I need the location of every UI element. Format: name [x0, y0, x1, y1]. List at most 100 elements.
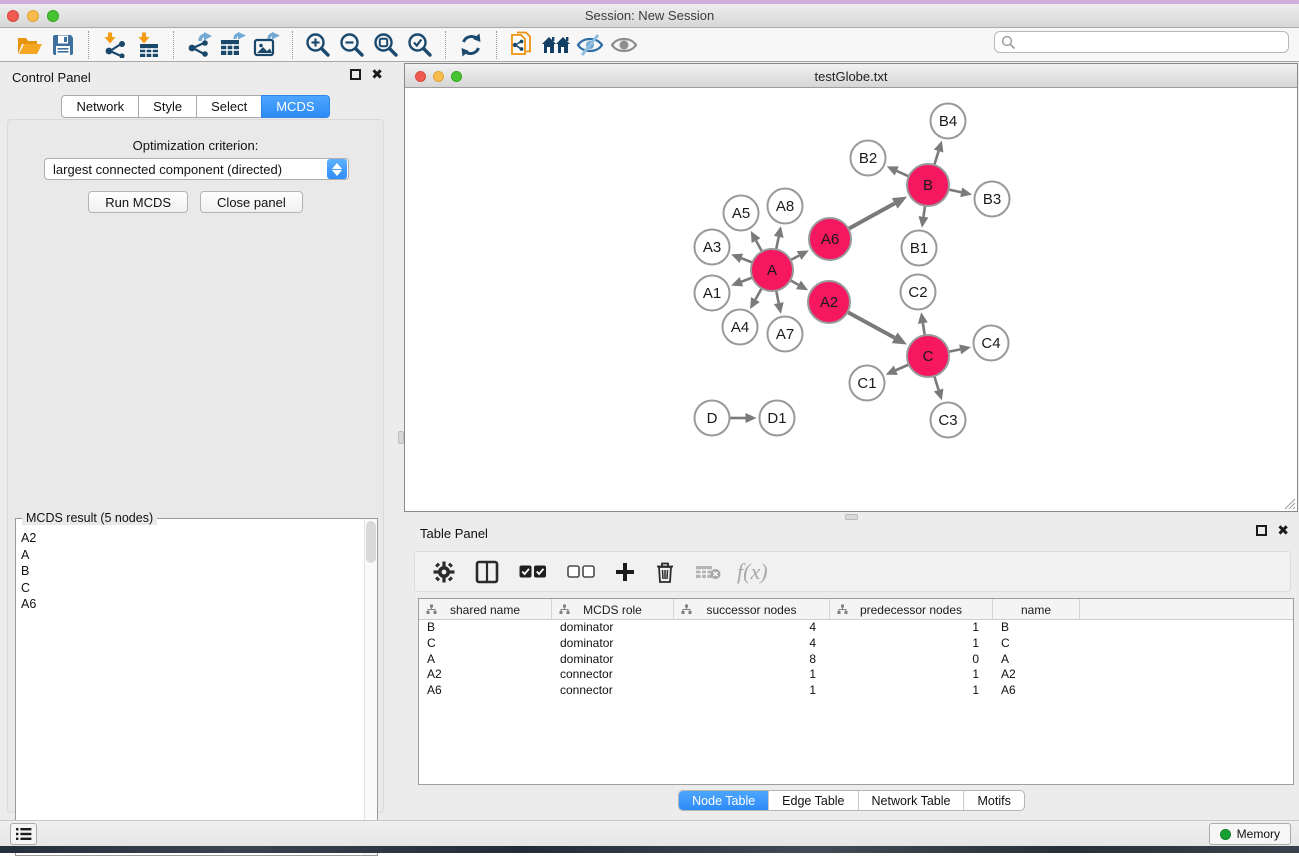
edge-C-C4[interactable] [949, 349, 961, 351]
column-header-successor-nodes[interactable]: successor nodes [674, 599, 830, 620]
cell-shared-name[interactable]: A2 [419, 667, 552, 683]
cell-name[interactable]: B [993, 620, 1080, 636]
refresh-layout-icon[interactable] [454, 30, 488, 60]
network-graph-canvas[interactable]: AA1A2A3A4A5A6A7A8BB1B2B3B4CC1C2C3C4DD1 [405, 88, 1297, 511]
edge-B-B1[interactable] [923, 206, 925, 217]
cell-predecessor-nodes[interactable]: 0 [830, 652, 993, 668]
result-item[interactable]: A [21, 547, 364, 564]
show-graphics-details-icon[interactable] [607, 30, 641, 60]
cell-successor-nodes[interactable]: 4 [674, 620, 830, 636]
tab-select[interactable]: Select [196, 95, 262, 118]
cell-name[interactable]: C [993, 636, 1080, 652]
result-item[interactable]: C [21, 580, 364, 597]
edge-A-A6[interactable] [791, 255, 800, 260]
export-image-icon[interactable] [250, 30, 284, 60]
cell-predecessor-nodes[interactable]: 1 [830, 667, 993, 683]
tab-node-table[interactable]: Node Table [679, 791, 768, 810]
table-settings-gear-icon[interactable] [433, 561, 455, 583]
vertical-splitter-handle[interactable] [398, 431, 404, 444]
export-network-icon[interactable] [182, 30, 216, 60]
import-table-icon[interactable] [131, 30, 165, 60]
table-row[interactable]: A6connector11A6 [419, 683, 1293, 699]
edge-A-A5[interactable] [756, 241, 762, 252]
select-all-checks-icon[interactable] [519, 565, 547, 579]
tab-network-table[interactable]: Network Table [858, 791, 964, 810]
cell-successor-nodes[interactable]: 1 [674, 683, 830, 699]
result-scrollbar[interactable] [364, 519, 377, 855]
table-row[interactable]: A2connector11A2 [419, 667, 1293, 683]
edge-A2-C[interactable] [847, 312, 894, 338]
edge-A-A2[interactable] [790, 280, 798, 285]
result-scrollbar-thumb[interactable] [366, 521, 376, 563]
hide-graphics-details-icon[interactable] [573, 30, 607, 60]
zoom-fit-icon[interactable] [369, 30, 403, 60]
close-panel-button[interactable]: Close panel [200, 191, 303, 213]
cell-predecessor-nodes[interactable]: 1 [830, 683, 993, 699]
run-mcds-button[interactable]: Run MCDS [88, 191, 188, 213]
column-header-name[interactable]: name [993, 599, 1080, 620]
cell-shared-name[interactable]: B [419, 620, 552, 636]
cell-MCDS-role[interactable]: dominator [552, 636, 674, 652]
memory-button[interactable]: Memory [1209, 823, 1291, 845]
edge-C-C3[interactable] [934, 376, 938, 390]
save-session-icon[interactable] [46, 30, 80, 60]
column-header-predecessor-nodes[interactable]: predecessor nodes [830, 599, 993, 620]
tab-style[interactable]: Style [138, 95, 197, 118]
column-header-shared-name[interactable]: shared name [419, 599, 552, 620]
export-table-icon[interactable] [216, 30, 250, 60]
cell-name[interactable]: A2 [993, 667, 1080, 683]
resize-grip-icon[interactable] [1282, 496, 1296, 510]
zoom-in-icon[interactable] [301, 30, 335, 60]
result-item[interactable]: A6 [21, 596, 364, 613]
node-table[interactable]: shared nameMCDS rolesuccessor nodesprede… [418, 598, 1294, 785]
criterion-select[interactable]: largest connected component (directed) [44, 158, 349, 180]
float-panel-icon[interactable] [350, 69, 361, 80]
first-neighbors-icon[interactable] [539, 30, 573, 60]
deselect-all-checks-icon[interactable] [567, 565, 595, 579]
mcds-result-list[interactable]: A2ABCA6 [16, 525, 364, 855]
import-network-icon[interactable] [97, 30, 131, 60]
edge-B-B3[interactable] [949, 189, 962, 192]
result-item[interactable]: B [21, 563, 364, 580]
tab-motifs[interactable]: Motifs [963, 791, 1023, 810]
app-titlebar[interactable]: Session: New Session [0, 4, 1299, 28]
show-panels-list-button[interactable] [10, 823, 37, 845]
clone-network-icon[interactable] [505, 30, 539, 60]
close-panel-icon[interactable]: ✖ [371, 69, 383, 80]
zoom-selected-icon[interactable] [403, 30, 437, 60]
tab-mcds[interactable]: MCDS [261, 95, 329, 118]
cell-shared-name[interactable]: C [419, 636, 552, 652]
show-column-icon[interactable] [475, 560, 499, 584]
edge-A-A3[interactable] [741, 258, 752, 262]
cell-successor-nodes[interactable]: 8 [674, 652, 830, 668]
float-table-panel-icon[interactable] [1256, 525, 1267, 536]
search-input[interactable] [1016, 33, 1288, 51]
edge-C-C2[interactable] [923, 323, 925, 335]
close-table-panel-icon[interactable]: ✖ [1277, 525, 1289, 536]
cell-MCDS-role[interactable]: connector [552, 683, 674, 699]
column-header-MCDS-role[interactable]: MCDS role [552, 599, 674, 620]
tab-edge-table[interactable]: Edge Table [768, 791, 857, 810]
cell-name[interactable]: A6 [993, 683, 1080, 699]
edge-A6-B[interactable] [848, 203, 894, 229]
table-row[interactable]: Cdominator41C [419, 636, 1293, 652]
edge-A-A8[interactable] [776, 237, 779, 250]
zoom-out-icon[interactable] [335, 30, 369, 60]
cell-MCDS-role[interactable]: dominator [552, 652, 674, 668]
edge-B-B4[interactable] [934, 151, 938, 165]
cell-predecessor-nodes[interactable]: 1 [830, 636, 993, 652]
cell-MCDS-role[interactable]: dominator [552, 620, 674, 636]
delete-trash-icon[interactable] [655, 561, 675, 583]
open-session-icon[interactable] [12, 30, 46, 60]
cell-successor-nodes[interactable]: 1 [674, 667, 830, 683]
result-item[interactable]: A2 [21, 530, 364, 547]
cell-predecessor-nodes[interactable]: 1 [830, 620, 993, 636]
table-row[interactable]: Bdominator41B [419, 620, 1293, 636]
tab-network[interactable]: Network [61, 95, 139, 118]
table-row[interactable]: Adominator80A [419, 652, 1293, 668]
cell-MCDS-role[interactable]: connector [552, 667, 674, 683]
edge-A-A1[interactable] [741, 278, 752, 282]
edge-A-A4[interactable] [755, 288, 761, 299]
network-window-titlebar[interactable]: testGlobe.txt [405, 64, 1297, 88]
edge-A-A7[interactable] [776, 291, 779, 304]
